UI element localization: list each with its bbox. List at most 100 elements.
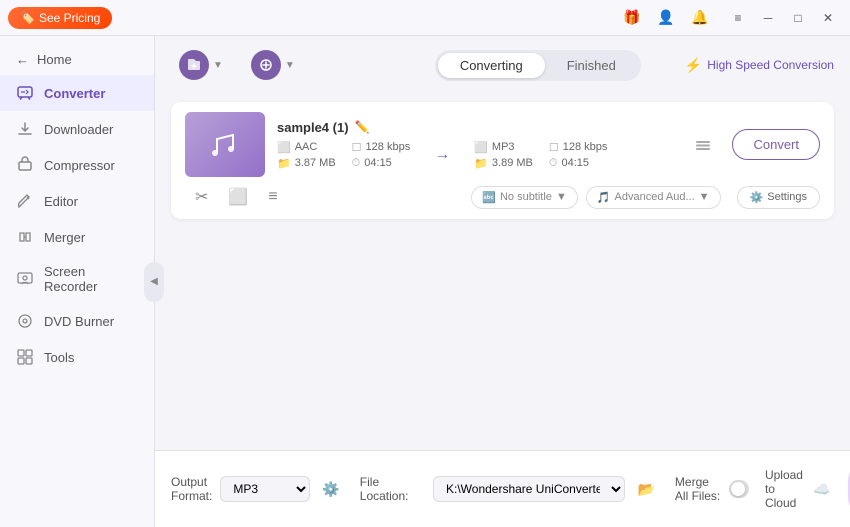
content-area: ▼ ▼ Converting Finished ⚡ High Speed Con… <box>155 36 850 527</box>
sidebar-item-home[interactable]: ← Home <box>0 44 154 75</box>
add-from-button[interactable]: ▼ <box>243 46 303 84</box>
sidebar-item-converter[interactable]: Converter <box>0 75 154 111</box>
high-speed-label: High Speed Conversion <box>707 58 834 72</box>
user-icon-btn[interactable]: 👤 <box>652 4 680 32</box>
tab-switch: Converting Finished <box>435 50 641 81</box>
subtitle-icon: 🔤 <box>482 191 496 204</box>
convert-button[interactable]: Convert <box>732 129 820 160</box>
bottom-bar: Output Format: MP3 ⚙️ File Location: K:\… <box>155 450 850 527</box>
target-format-icon: ⬜ <box>474 141 488 154</box>
sidebar-item-merger[interactable]: Merger <box>0 219 154 255</box>
file-settings-button[interactable] <box>686 132 720 158</box>
audio-wave-icon: 🎵 <box>597 191 611 204</box>
merger-icon <box>16 228 34 246</box>
tools-icon <box>16 348 34 366</box>
pricing-icon: 🏷️ <box>20 11 35 25</box>
source-format-row: ⬜ AAC <box>277 141 336 154</box>
source-size: 3.87 MB <box>295 157 336 169</box>
file-location-label: File Location: <box>360 475 425 503</box>
browse-folder-btn[interactable]: 📂 <box>633 479 658 500</box>
maximize-button[interactable]: □ <box>784 4 812 32</box>
target-meta2: ☐ 128 kbps ⏱ 04:15 <box>549 141 608 170</box>
arrow-right-icon: → <box>434 146 450 164</box>
clock-icon: ⏱ <box>352 157 361 170</box>
target-clock-icon: ⏱ <box>549 157 558 170</box>
merge-all-files-field: Merge All Files: <box>675 475 749 503</box>
upload-to-cloud-field: Upload to Cloud ☁️ <box>765 468 834 510</box>
screen-recorder-icon <box>16 270 34 288</box>
sidebar-item-editor[interactable]: Editor <box>0 183 154 219</box>
tab-converting[interactable]: Converting <box>438 53 545 78</box>
target-format-row: ⬜ MP3 <box>474 141 533 154</box>
lightning-icon: ⚡ <box>685 57 702 74</box>
sidebar-label-compressor: Compressor <box>44 158 115 173</box>
tab-finished[interactable]: Finished <box>545 53 638 78</box>
file-thumbnail <box>185 112 265 177</box>
sidebar-item-dvd-burner[interactable]: DVD Burner <box>0 303 154 339</box>
see-pricing-button[interactable]: 🏷️ See Pricing <box>8 7 112 29</box>
settings-label: Settings <box>767 191 807 203</box>
sidebar-label-tools: Tools <box>44 350 74 365</box>
source-duration-row: ⏱ 04:15 <box>352 157 411 170</box>
sidebar-item-downloader[interactable]: Downloader <box>0 111 154 147</box>
output-format-icon-btn[interactable]: ⚙️ <box>318 479 343 500</box>
subtitle-label: No subtitle <box>500 191 552 203</box>
target-bitrate-icon: ☐ <box>549 141 559 154</box>
converter-icon <box>16 84 34 102</box>
gift-icon-btn[interactable]: 🎁 <box>618 4 646 32</box>
file-location-select[interactable]: K:\Wondershare UniConverter 1 <box>433 476 626 502</box>
file-item-top: sample4 (1) ✏️ ⬜ AAC 📁 <box>185 112 820 177</box>
back-arrow-icon: ← <box>16 52 29 67</box>
output-format-field: Output Format: MP3 ⚙️ <box>171 475 344 503</box>
format-icon: ⬜ <box>277 141 291 154</box>
window-controls: ≡ ─ □ ✕ <box>724 4 842 32</box>
sidebar-label-dvd-burner: DVD Burner <box>44 314 114 329</box>
home-label: Home <box>37 52 72 67</box>
sidebar-item-screen-recorder[interactable]: Screen Recorder <box>0 255 154 303</box>
main-layout: ← Home Converter Downloader <box>0 36 850 527</box>
file-item-bottom: ✂ ⬜ ≡ 🔤 No subtitle ▼ 🎵 Advanced Aud... … <box>185 185 820 209</box>
settings-inline-button[interactable]: ⚙️ Settings <box>737 186 820 209</box>
sidebar-item-tools[interactable]: Tools <box>0 339 154 375</box>
audio-label: Advanced Aud... <box>615 191 695 203</box>
output-format-label: Output Format: <box>171 475 212 503</box>
audio-select[interactable]: 🎵 Advanced Aud... ▼ <box>586 186 721 209</box>
file-info: sample4 (1) ✏️ ⬜ AAC 📁 <box>277 120 674 170</box>
target-duration: 04:15 <box>561 157 589 169</box>
source-meta2: ☐ 128 kbps ⏱ 04:15 <box>352 141 411 170</box>
title-bar: 🏷️ See Pricing 🎁 👤 🔔 ≡ ─ □ ✕ <box>0 0 850 36</box>
add-files-button[interactable]: ▼ <box>171 46 231 84</box>
crop-button[interactable]: ⬜ <box>222 185 254 209</box>
gear-icon: ⚙️ <box>750 191 764 204</box>
target-format: MP3 <box>492 141 515 153</box>
audio-chevron-icon: ▼ <box>699 191 710 203</box>
cloud-upload-btn[interactable]: ☁️ <box>809 479 834 500</box>
target-size: 3.89 MB <box>492 157 533 169</box>
minimize-button[interactable]: ─ <box>754 4 782 32</box>
source-format: AAC <box>295 141 318 153</box>
sidebar-label-downloader: Downloader <box>44 122 113 137</box>
output-format-select[interactable]: MP3 <box>220 476 310 502</box>
compressor-icon <box>16 156 34 174</box>
file-location-field: File Location: K:\Wondershare UniConvert… <box>360 475 659 503</box>
target-duration-row: ⏱ 04:15 <box>549 157 608 170</box>
file-list-area: sample4 (1) ✏️ ⬜ AAC 📁 <box>155 94 850 450</box>
sidebar-collapse-btn[interactable]: ◀ <box>144 262 164 302</box>
edit-filename-icon[interactable]: ✏️ <box>355 120 370 134</box>
target-bitrate: 128 kbps <box>563 141 608 153</box>
target-bitrate-row: ☐ 128 kbps <box>549 141 608 154</box>
pricing-label: See Pricing <box>39 11 100 25</box>
merge-toggle-switch[interactable] <box>729 480 749 498</box>
sidebar-label-merger: Merger <box>44 230 85 245</box>
trim-button[interactable]: ✂ <box>189 185 214 209</box>
effects-button[interactable]: ≡ <box>262 186 283 208</box>
sidebar-item-compressor[interactable]: Compressor <box>0 147 154 183</box>
dvd-burner-icon <box>16 312 34 330</box>
bell-icon-btn[interactable]: 🔔 <box>686 4 714 32</box>
toggle-knob <box>731 482 745 496</box>
source-duration: 04:15 <box>364 157 392 169</box>
menu-button[interactable]: ≡ <box>724 4 752 32</box>
subtitle-select[interactable]: 🔤 No subtitle ▼ <box>471 186 578 209</box>
close-button[interactable]: ✕ <box>814 4 842 32</box>
source-meta: ⬜ AAC 📁 3.87 MB <box>277 141 336 170</box>
